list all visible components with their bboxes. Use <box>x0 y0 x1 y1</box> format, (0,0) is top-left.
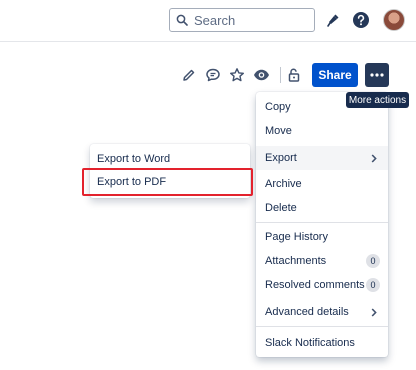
help-icon[interactable] <box>350 9 372 31</box>
menu-item-attachments[interactable]: Attachments 0 <box>256 249 388 273</box>
chevron-right-icon <box>369 152 379 164</box>
user-avatar[interactable] <box>383 9 405 31</box>
more-actions-tooltip: More actions <box>346 92 409 108</box>
share-button[interactable]: Share <box>312 63 358 87</box>
export-submenu: Export to Word Export to PDF <box>90 144 250 198</box>
search-input[interactable] <box>194 12 304 28</box>
search-icon <box>170 9 194 31</box>
restrictions-icon[interactable] <box>283 64 305 86</box>
menu-item-slack-notifications[interactable]: Slack Notifications <box>256 331 388 355</box>
star-icon[interactable] <box>226 64 248 86</box>
menu-item-move[interactable]: Move <box>256 119 388 143</box>
submenu-item-export-to-pdf[interactable]: Export to PDF <box>90 170 250 194</box>
chevron-right-icon <box>369 306 379 318</box>
more-actions-button[interactable] <box>365 63 389 87</box>
top-navigation-bar <box>0 0 416 42</box>
notification-icon[interactable] <box>322 9 344 31</box>
more-actions-menu: Copy Move Export Archive Delete Page His… <box>256 92 388 357</box>
menu-item-delete[interactable]: Delete <box>256 196 388 220</box>
edit-icon[interactable] <box>178 64 200 86</box>
resolved-comments-count-badge: 0 <box>366 278 380 292</box>
menu-item-page-history[interactable]: Page History <box>256 225 388 249</box>
menu-divider <box>256 326 388 327</box>
menu-item-resolved-comments[interactable]: Resolved comments 0 <box>256 273 388 297</box>
menu-item-export[interactable]: Export <box>256 146 388 170</box>
watch-icon[interactable] <box>250 64 272 86</box>
attachments-count-badge: 0 <box>366 254 380 268</box>
actions-divider <box>280 67 281 83</box>
comment-icon[interactable] <box>202 64 224 86</box>
search-box[interactable] <box>169 8 315 32</box>
menu-item-advanced-details[interactable]: Advanced details <box>256 300 388 324</box>
more-actions-icon <box>370 73 384 77</box>
submenu-item-export-to-word[interactable]: Export to Word <box>90 147 250 171</box>
menu-item-archive[interactable]: Archive <box>256 172 388 196</box>
menu-divider <box>256 222 388 223</box>
